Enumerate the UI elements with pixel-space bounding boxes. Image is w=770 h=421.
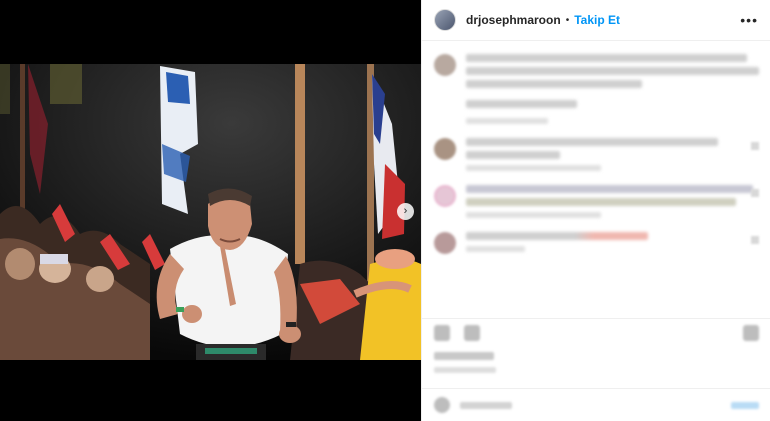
post-side-panel: drjosephmaroon • Takip Et ••• <box>421 0 770 421</box>
header-separator: • <box>565 14 570 26</box>
comment-body-redacted <box>466 185 759 218</box>
like-comment-icon[interactable] <box>751 142 759 150</box>
more-options-icon[interactable]: ••• <box>740 12 758 28</box>
comments-list[interactable] <box>422 42 770 312</box>
commenter-avatar[interactable] <box>434 185 456 207</box>
comment-body-redacted <box>466 138 759 171</box>
follow-button[interactable]: Takip Et <box>574 13 620 27</box>
add-comment-bar <box>422 388 770 421</box>
comment-icon[interactable] <box>464 324 480 341</box>
likes-count-redacted[interactable] <box>434 352 494 360</box>
post-media: › <box>0 0 421 421</box>
author-avatar[interactable] <box>434 9 456 31</box>
post-comment-button-redacted[interactable] <box>731 401 759 409</box>
caption-avatar[interactable] <box>434 54 456 76</box>
post-photo[interactable] <box>0 64 421 360</box>
caption-item <box>434 54 759 124</box>
like-icon[interactable] <box>434 324 450 341</box>
author-username[interactable]: drjosephmaroon <box>466 13 561 27</box>
like-comment-icon[interactable] <box>751 189 759 197</box>
comment-item <box>434 138 759 171</box>
commenter-avatar[interactable] <box>434 232 456 254</box>
save-icon[interactable] <box>743 324 759 341</box>
like-comment-icon[interactable] <box>751 236 759 244</box>
emoji-icon[interactable] <box>434 397 450 413</box>
post-date-redacted <box>434 367 496 373</box>
post-modal: › drjosephmaroon • Takip Et ••• <box>0 0 770 421</box>
chevron-right-icon: › <box>403 205 408 217</box>
caption-body-redacted <box>466 54 759 124</box>
runner-photo-illustration <box>0 64 421 360</box>
next-photo-button[interactable]: › <box>397 203 414 220</box>
comment-item <box>434 185 759 218</box>
comment-input-redacted[interactable] <box>460 401 512 409</box>
post-actions <box>422 318 770 346</box>
comment-body-redacted <box>466 232 759 254</box>
comment-item <box>434 232 759 254</box>
post-header: drjosephmaroon • Takip Et ••• <box>422 0 770 41</box>
commenter-avatar[interactable] <box>434 138 456 160</box>
